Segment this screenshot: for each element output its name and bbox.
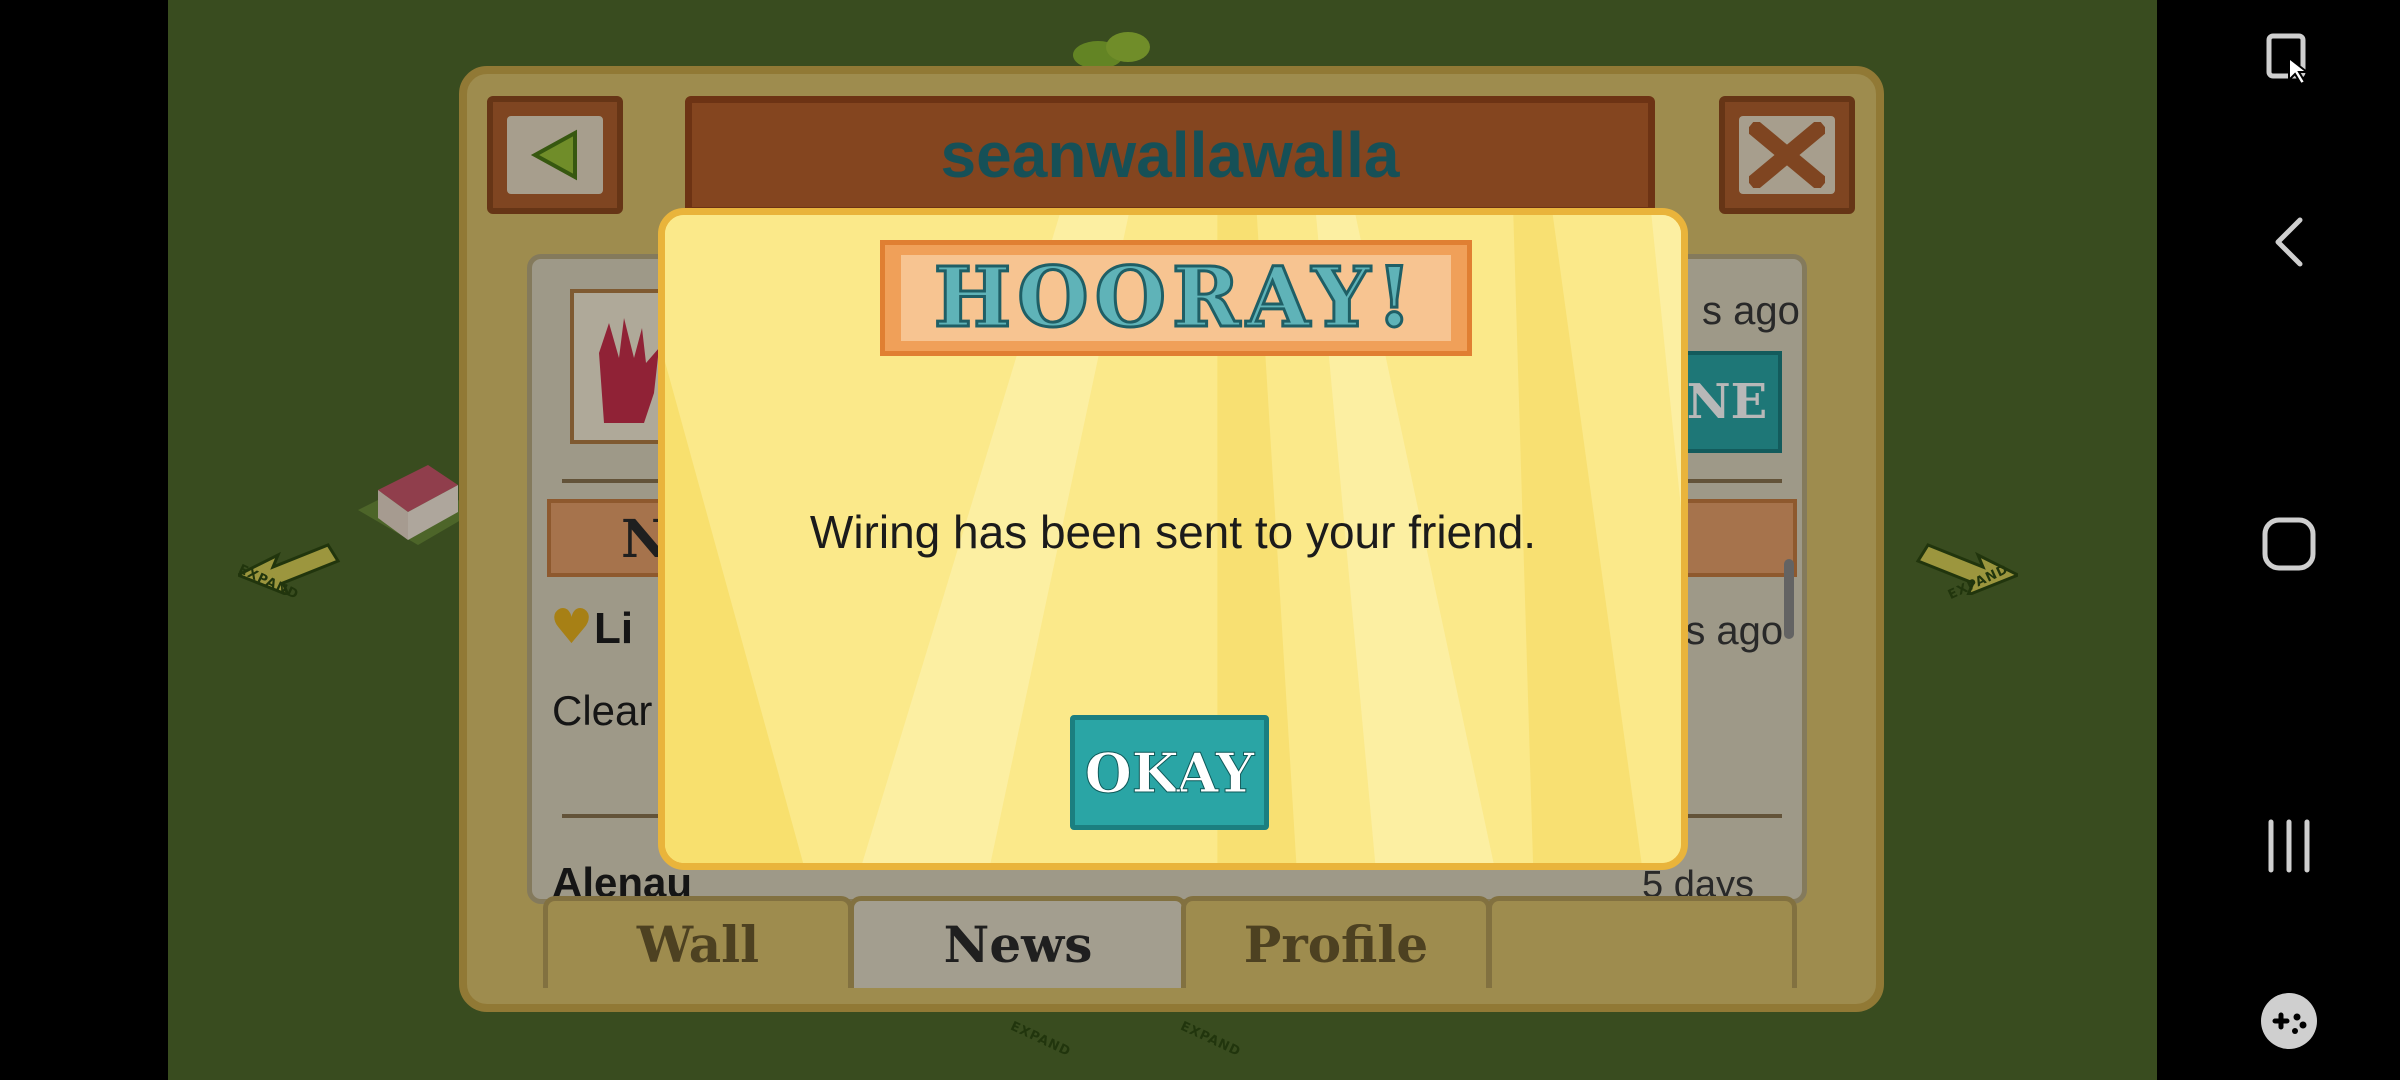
home-icon bbox=[2262, 517, 2316, 571]
game-tools-icon bbox=[2261, 993, 2317, 1049]
okay-button[interactable]: OKAY bbox=[1070, 715, 1269, 830]
close-button[interactable] bbox=[1719, 96, 1855, 214]
hooray-dialog: HOORAY! Wiring has been sent to your fri… bbox=[658, 208, 1688, 870]
hooray-banner: HOORAY! bbox=[880, 240, 1472, 356]
back-arrow-icon bbox=[530, 129, 577, 181]
dialog-title: HOORAY! bbox=[932, 250, 1419, 346]
feed-item-time-2: rs ago bbox=[1672, 609, 1784, 653]
feed-item-author[interactable]: Li bbox=[594, 604, 633, 654]
recents-icon bbox=[2268, 819, 2310, 873]
feed-item-action-button[interactable]: NE bbox=[1672, 351, 1782, 453]
recents-nav-button[interactable] bbox=[2253, 810, 2325, 882]
screen-capture-button[interactable] bbox=[2253, 22, 2325, 94]
expand-label-bottom-left: EXPAND bbox=[1007, 1018, 1074, 1061]
tab-wall[interactable]: Wall bbox=[543, 896, 853, 988]
okay-button-label: OKAY bbox=[1084, 740, 1255, 805]
feed-scrollbar[interactable] bbox=[1784, 559, 1794, 639]
heart-icon: ♥ bbox=[550, 599, 594, 655]
screen-capture-icon bbox=[2266, 33, 2310, 86]
profile-title-bar: seanwallawalla bbox=[685, 96, 1655, 214]
dialog-message: Wiring has been sent to your friend. bbox=[809, 506, 1537, 558]
expand-label-bottom-right: EXPAND bbox=[1177, 1018, 1244, 1061]
tab-profile[interactable]: Profile bbox=[1181, 896, 1491, 988]
back-nav-button[interactable] bbox=[2253, 206, 2325, 278]
tab-news[interactable]: News bbox=[849, 896, 1187, 988]
profile-username: seanwallawalla bbox=[940, 119, 1400, 191]
game-tools-button[interactable] bbox=[2253, 985, 2325, 1057]
back-icon bbox=[2275, 217, 2303, 267]
feed-item-action-label: NE bbox=[1686, 374, 1768, 430]
tab-empty[interactable] bbox=[1487, 896, 1797, 988]
home-nav-button[interactable] bbox=[2253, 508, 2325, 580]
feed-item-time: s ago bbox=[1702, 289, 1800, 333]
system-nav-bar bbox=[2178, 0, 2400, 1080]
close-icon bbox=[1749, 122, 1825, 188]
back-button[interactable] bbox=[487, 96, 623, 214]
feed-item-text: Clear bbox=[552, 687, 653, 734]
